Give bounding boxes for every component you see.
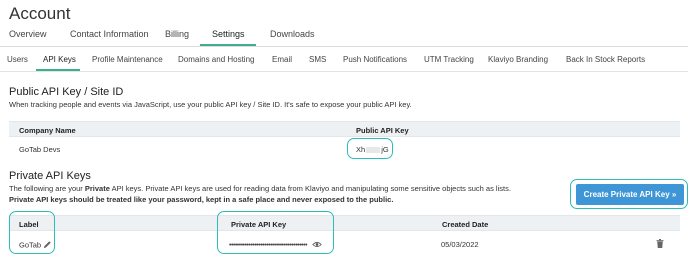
- col-company-name: Company Name: [19, 126, 76, 135]
- tabs-divider: [0, 46, 688, 47]
- subtab-klaviyo-branding[interactable]: Klaviyo Branding: [488, 55, 548, 64]
- subtab-back-in-stock-reports[interactable]: Back In Stock Reports: [566, 55, 645, 64]
- highlight-create-button: [570, 179, 688, 209]
- private-keys-warning: Private API keys should be treated like …: [9, 195, 394, 204]
- desc-part2: API keys. Private API keys are used for …: [109, 184, 511, 193]
- tab-settings[interactable]: Settings: [212, 29, 245, 39]
- tab-billing[interactable]: Billing: [165, 29, 189, 39]
- private-keys-section-title: Private API Keys: [9, 170, 91, 182]
- subtab-push-notifications[interactable]: Push Notifications: [343, 55, 407, 64]
- desc-bold: Private: [84, 184, 110, 193]
- subtab-email[interactable]: Email: [272, 55, 292, 64]
- subtab-profile-maintenance[interactable]: Profile Maintenance: [92, 55, 163, 64]
- desc-part1: The following are your: [9, 184, 85, 193]
- highlight-private-key-column: [217, 211, 334, 254]
- public-key-table-header: Company Name Public API Key: [9, 121, 680, 137]
- public-key-section-title: Public API Key / Site ID: [9, 86, 124, 98]
- tab-overview[interactable]: Overview: [9, 29, 47, 39]
- subtab-users[interactable]: Users: [7, 55, 28, 64]
- private-keys-table-header: Label Private API Key Created Date: [9, 215, 680, 231]
- trash-icon[interactable]: [656, 239, 664, 250]
- company-name: GoTab Devs: [19, 145, 61, 154]
- public-key-description: When tracking people and events via Java…: [9, 100, 412, 109]
- col-created-date: Created Date: [442, 220, 489, 229]
- subtab-domains-and-hosting[interactable]: Domains and Hosting: [178, 55, 254, 64]
- highlight-label-column: [9, 211, 55, 254]
- tab-contact-information[interactable]: Contact Information: [70, 29, 149, 39]
- col-public-api-key: Public API Key: [356, 126, 409, 135]
- subtab-sms[interactable]: SMS: [309, 55, 326, 64]
- tab-downloads[interactable]: Downloads: [270, 29, 315, 39]
- private-keys-description: The following are your Private API keys.…: [9, 184, 511, 193]
- page-title: Account: [9, 4, 71, 23]
- subtabs-divider: [0, 71, 688, 72]
- subtab-api-keys[interactable]: API Keys: [43, 55, 76, 64]
- highlight-public-key: [347, 138, 393, 159]
- created-date: 05/03/2022: [441, 240, 479, 249]
- subtab-utm-tracking[interactable]: UTM Tracking: [424, 55, 474, 64]
